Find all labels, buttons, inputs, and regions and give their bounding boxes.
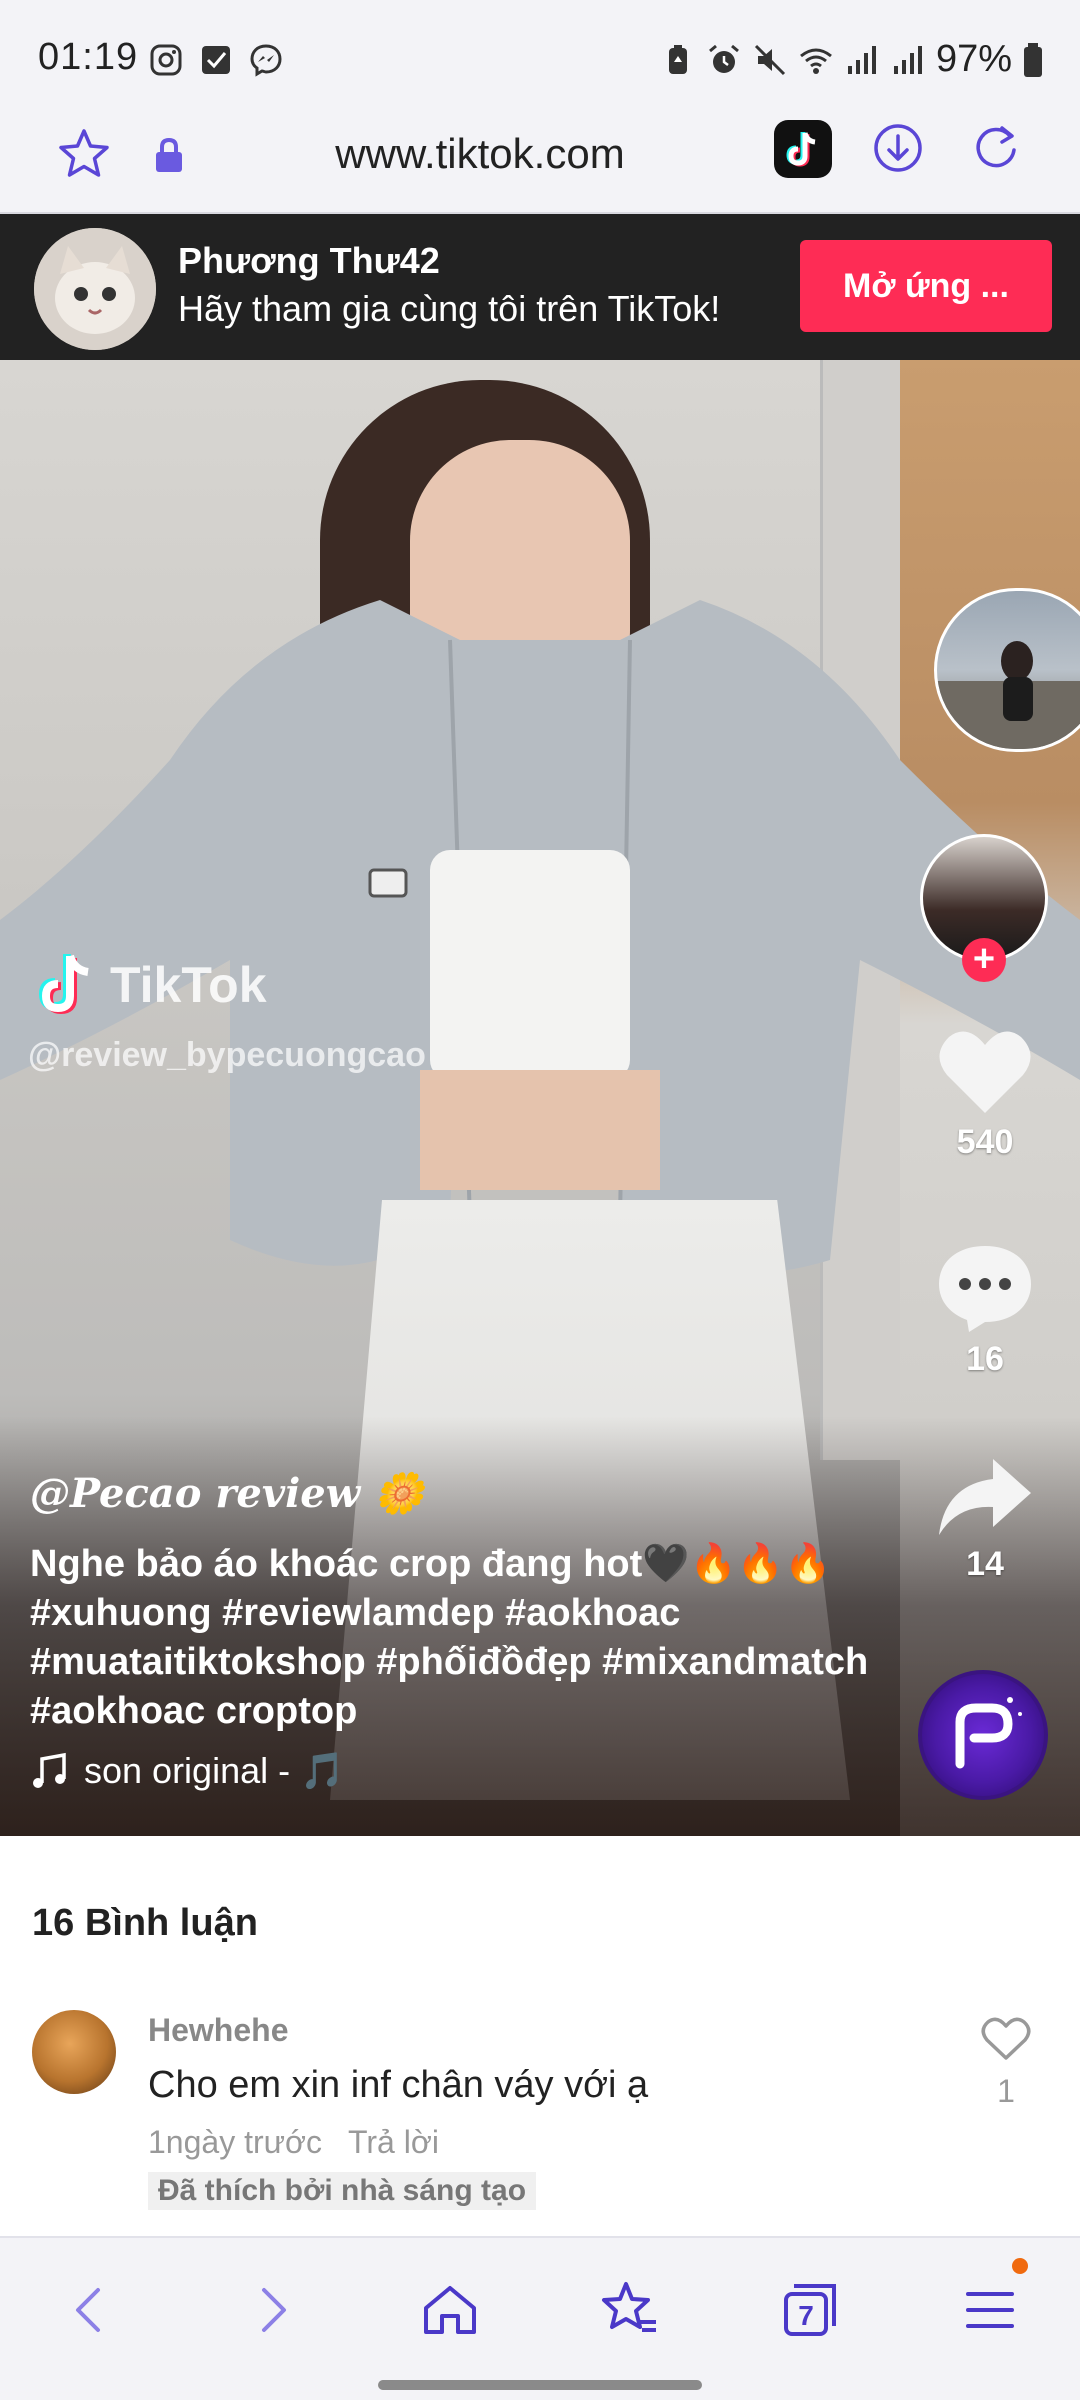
forward-icon[interactable] xyxy=(240,2278,304,2342)
messenger-icon xyxy=(250,44,282,77)
heart-outline-icon[interactable] xyxy=(980,2016,1032,2062)
browser-page: 01:19 97% www.tiktok.com Phương Thư42 Hã… xyxy=(0,0,1080,2400)
tabs-count: 7 xyxy=(798,2300,814,2331)
comment-avatar[interactable] xyxy=(32,2010,116,2094)
bottom-nav: 7 xyxy=(0,2236,1080,2400)
comment-bubble-icon[interactable] xyxy=(935,1240,1035,1334)
status-bar: 01:19 97% xyxy=(0,0,1080,118)
like-count: 540 xyxy=(956,1123,1014,1161)
lock-icon[interactable] xyxy=(152,136,186,174)
alarm-icon xyxy=(708,44,739,73)
share-action[interactable]: 14 xyxy=(920,1455,1050,1584)
reload-icon[interactable] xyxy=(970,122,1022,174)
battery-saver-icon xyxy=(668,44,687,74)
banner-name: Phương Thư42 xyxy=(178,240,440,281)
video-person-top xyxy=(430,850,630,1080)
comment-text: Cho em xin inf chân váy với ạ xyxy=(148,2064,649,2106)
status-right: 97% xyxy=(660,38,1044,81)
comment-count: 16 xyxy=(966,1340,1004,1378)
creator-liked-badge: Đã thích bởi nhà sáng tạo xyxy=(148,2172,537,2210)
reply-button[interactable]: Trả lời xyxy=(348,2124,439,2161)
watermark-username: @review_bypecuongcao xyxy=(28,1036,426,1074)
home-icon[interactable] xyxy=(418,2278,482,2342)
mute-icon xyxy=(754,44,785,75)
open-app-button[interactable]: Mở ứng ... xyxy=(800,240,1052,332)
battery-icon xyxy=(1024,42,1042,77)
watermark-brand: TikTok xyxy=(110,957,267,1013)
checkbox-icon xyxy=(202,46,230,74)
url-field[interactable]: www.tiktok.com xyxy=(300,130,660,178)
video-person-midriff xyxy=(420,1070,660,1190)
music-info[interactable]: son original - 🎵 xyxy=(30,1750,345,1792)
signal-icon xyxy=(847,45,876,74)
tiktok-watermark: TikTok xyxy=(38,950,267,1020)
bookmarks-icon[interactable] xyxy=(598,2278,662,2342)
address-bar: www.tiktok.com xyxy=(0,118,1080,214)
wifi-icon xyxy=(800,48,832,74)
signal-icon xyxy=(893,45,922,74)
music-note-icon xyxy=(33,1752,66,1788)
star-icon[interactable] xyxy=(56,126,112,182)
back-icon[interactable] xyxy=(58,2278,122,2342)
share-arrow-icon[interactable] xyxy=(935,1455,1035,1539)
comments-title: 16 Bình luận xyxy=(32,1902,258,1944)
comment-username[interactable]: Hewhehe xyxy=(148,2012,288,2049)
battery-percent: 97% xyxy=(935,38,1012,80)
tiktok-app-icon[interactable] xyxy=(774,120,832,178)
open-app-banner: Phương Thư42 Hãy tham gia cùng tôi trên … xyxy=(0,214,1080,360)
like-action[interactable]: 540 xyxy=(920,1025,1050,1162)
caption-username[interactable]: @Pecao review 🌼 xyxy=(30,1470,424,1517)
tiktok-logo-icon xyxy=(38,954,89,1015)
comment-meta: 1ngày trước Trả lời xyxy=(148,2124,439,2161)
follow-button[interactable]: + xyxy=(962,938,1006,982)
download-icon[interactable] xyxy=(872,122,924,174)
caption-text: Nghe bảo áo khoác crop đang hot🖤🔥🔥🔥 #xuh… xyxy=(30,1543,869,1732)
notification-dot xyxy=(1012,2258,1028,2274)
video-player[interactable]: TikTok @review_bypecuongcao + 540 16 14 … xyxy=(0,360,1080,1836)
comment-like-count: 1 xyxy=(997,2073,1015,2109)
comment-time: 1ngày trước xyxy=(148,2124,323,2160)
banner-avatar xyxy=(34,228,156,350)
instagram-icon xyxy=(150,44,182,76)
tabs-icon[interactable]: 7 xyxy=(778,2278,842,2342)
gesture-home-indicator[interactable] xyxy=(378,2380,702,2390)
music-disc-icon[interactable] xyxy=(918,1670,1048,1800)
comments-section: 16 Bình luận Hewhehe Cho em xin inf chân… xyxy=(0,1836,1080,2236)
music-title[interactable]: son original - 🎵 xyxy=(84,1750,345,1792)
comment-like[interactable]: 1 xyxy=(976,2016,1036,2110)
heart-icon[interactable] xyxy=(935,1025,1035,1117)
banner-subtitle: Hãy tham gia cùng tôi trên TikTok! xyxy=(178,288,721,329)
status-time: 01:19 xyxy=(38,36,139,78)
share-count: 14 xyxy=(966,1545,1004,1583)
status-app-icons xyxy=(148,42,284,78)
menu-icon[interactable] xyxy=(958,2278,1022,2342)
comment-action[interactable]: 16 xyxy=(920,1240,1050,1379)
